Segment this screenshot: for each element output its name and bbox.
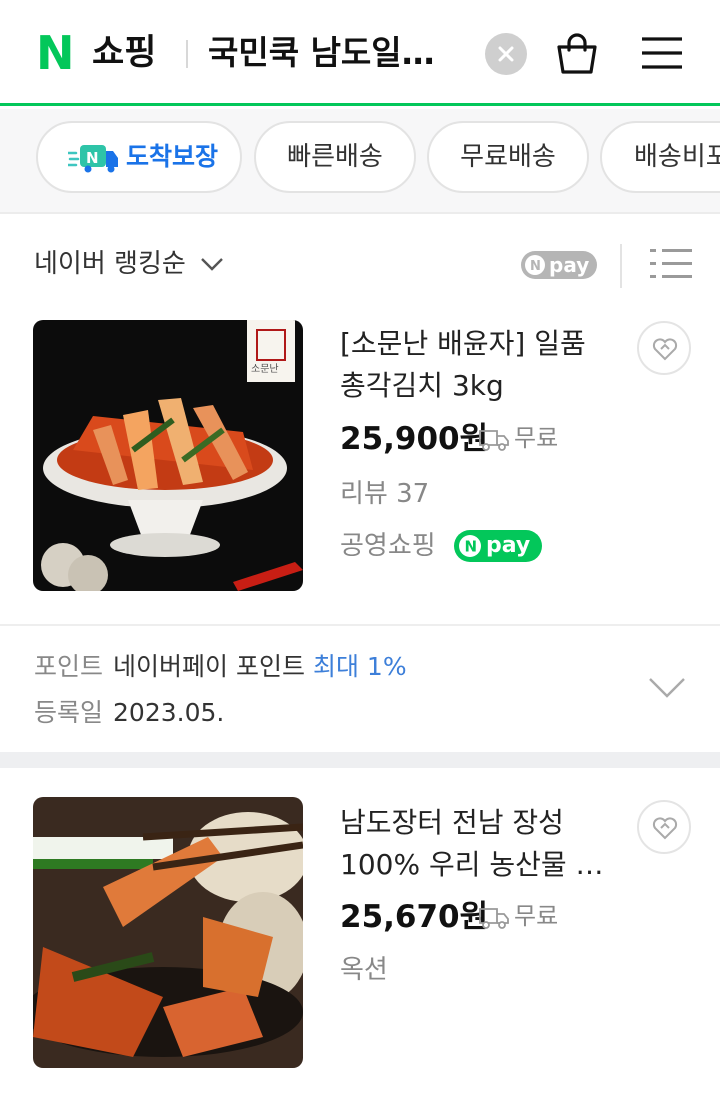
- mall-name[interactable]: 옥션: [340, 952, 388, 988]
- mall-name[interactable]: 공영쇼핑: [340, 528, 436, 564]
- truck-icon: [479, 430, 509, 451]
- product-price: 25,900원: [340, 421, 489, 457]
- expand-chevron-icon[interactable]: [648, 676, 686, 700]
- product-price: 25,670원: [340, 899, 489, 935]
- truck-n-icon: N: [68, 145, 118, 173]
- chip-label: 도착보장: [126, 142, 219, 171]
- truck-icon: [479, 908, 509, 929]
- naver-n-logo[interactable]: N: [36, 30, 78, 76]
- registration-info: 등록일 2023.05.: [34, 695, 224, 731]
- header-divider: [186, 40, 188, 68]
- product-image[interactable]: [33, 797, 303, 1068]
- npay-badge-label: pay: [486, 533, 531, 558]
- close-icon: [498, 46, 514, 62]
- product-title[interactable]: [소문난 배윤자] 일품 총각김치 3kg: [340, 323, 620, 407]
- shopping-bag-button[interactable]: [553, 30, 601, 78]
- point-highlight: 최대 1%: [312, 652, 407, 681]
- chip-free-shipping[interactable]: 무료배송: [427, 121, 589, 193]
- heart-icon: [652, 817, 678, 840]
- chip-fast-delivery[interactable]: 빠른배송: [254, 121, 416, 193]
- sort-dropdown[interactable]: 네이버 랭킹순: [34, 246, 186, 282]
- filter-chip-bar: N 도착보장 빠른배송 무료배송 배송비포: [0, 109, 720, 214]
- product-image[interactable]: 소문난: [33, 320, 303, 591]
- chip-guaranteed-arrival[interactable]: N 도착보장: [36, 121, 242, 193]
- list-view-icon[interactable]: [650, 246, 692, 282]
- heart-icon: [652, 338, 678, 361]
- divider: [0, 624, 720, 626]
- wishlist-button[interactable]: [637, 800, 691, 854]
- image-badge-text: 소문난: [251, 364, 279, 375]
- top-header: N 쇼핑 국민쿡 남도일…: [0, 0, 720, 106]
- sort-bar: 네이버 랭킹순: [0, 216, 720, 312]
- product-title[interactable]: 남도장터 전남 장성 100% 우리 농산물 …: [340, 802, 620, 886]
- npay-filter-toggle[interactable]: N pay: [521, 251, 597, 279]
- shopping-bag-icon: [557, 33, 597, 74]
- chevron-down-icon[interactable]: [200, 256, 224, 272]
- clear-search-button[interactable]: [485, 33, 527, 75]
- point-value: 네이버페이 포인트: [113, 652, 305, 681]
- reg-key: 등록일: [34, 698, 104, 727]
- kimchi-photo: [33, 320, 303, 591]
- svg-text:N: N: [465, 538, 478, 556]
- point-key: 포인트: [34, 652, 104, 681]
- menu-button[interactable]: [640, 34, 684, 74]
- point-info: 포인트 네이버페이 포인트 최대 1%: [34, 649, 407, 685]
- section-divider-band: [0, 752, 720, 768]
- shipping-label: 무료: [514, 424, 559, 452]
- wishlist-button[interactable]: [637, 321, 691, 375]
- shipping-label: 무료: [514, 902, 559, 930]
- npay-badge: N pay: [454, 530, 542, 562]
- chip-shipping-fee-included[interactable]: 배송비포: [600, 121, 720, 193]
- search-query-field[interactable]: 국민쿡 남도일…: [208, 30, 478, 76]
- sort-divider: [620, 244, 622, 288]
- reg-value: 2023.05.: [113, 698, 225, 727]
- review-count[interactable]: 리뷰 37: [340, 476, 429, 512]
- svg-text:N: N: [530, 259, 541, 274]
- npay-gray-label: pay: [549, 253, 590, 277]
- hamburger-menu-icon: [642, 37, 682, 69]
- svg-text:N: N: [86, 149, 99, 167]
- shopping-logo-text[interactable]: 쇼핑: [92, 30, 156, 76]
- kimchi-photo: [33, 797, 303, 1068]
